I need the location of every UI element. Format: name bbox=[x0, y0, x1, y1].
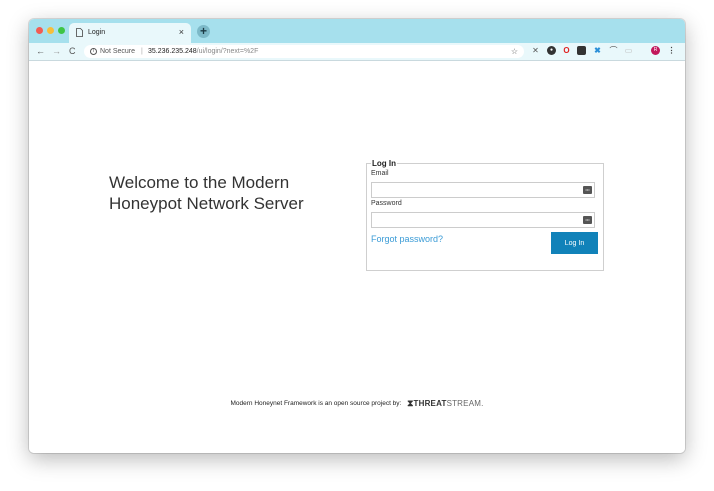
info-icon[interactable]: i bbox=[90, 48, 97, 55]
extension-puzzle-icon[interactable]: ✖ bbox=[593, 46, 602, 55]
welcome-line-2: Honeypot Network Server bbox=[109, 194, 304, 213]
footer-text: Modern Honeynet Framework is an open sou… bbox=[230, 400, 402, 407]
bookmark-star-icon[interactable]: ☆ bbox=[511, 45, 518, 58]
close-window-button[interactable] bbox=[36, 27, 43, 34]
address-bar[interactable]: i Not Secure | 35.236.235.248/ui/login/?… bbox=[84, 45, 524, 58]
security-indicator[interactable]: Not Secure bbox=[100, 45, 135, 58]
page-icon bbox=[76, 28, 83, 37]
extension-opera-icon[interactable]: O bbox=[562, 46, 571, 55]
password-field[interactable] bbox=[371, 212, 595, 228]
minimize-window-button[interactable] bbox=[47, 27, 54, 34]
forward-icon[interactable]: → bbox=[52, 45, 61, 57]
footer: Modern Honeynet Framework is an open sou… bbox=[29, 398, 685, 409]
page-content: Welcome to the Modern Honeypot Network S… bbox=[29, 61, 685, 453]
address-separator: | bbox=[141, 48, 143, 55]
email-label: Email bbox=[371, 170, 389, 177]
url-text[interactable]: 35.236.235.248/ui/login/?next=%2F bbox=[148, 45, 258, 58]
password-label: Password bbox=[371, 200, 402, 207]
extension-wave-icon[interactable]: ⌒ bbox=[609, 46, 618, 55]
extension-user-icon[interactable]: ● bbox=[547, 46, 556, 55]
menu-icon[interactable]: ⋮ bbox=[667, 46, 676, 55]
maximize-window-button[interactable] bbox=[58, 27, 65, 34]
tab-strip: Login × + bbox=[29, 19, 685, 43]
logo-text-light: STREAM. bbox=[446, 399, 484, 408]
login-legend: Log In bbox=[371, 159, 397, 168]
password-manager-icon[interactable]: ••• bbox=[583, 186, 592, 194]
welcome-heading: Welcome to the Modern Honeypot Network S… bbox=[109, 172, 329, 214]
profile-avatar[interactable]: R bbox=[651, 46, 660, 55]
reload-icon[interactable]: C bbox=[69, 45, 76, 57]
email-field[interactable] bbox=[371, 182, 595, 198]
password-manager-icon[interactable]: ••• bbox=[583, 216, 592, 224]
tab-title: Login bbox=[88, 29, 106, 36]
login-form: Log In Email ••• Password ••• Forgot pas… bbox=[366, 159, 604, 271]
url-host: 35.236.235.248 bbox=[148, 48, 197, 55]
tab-close-icon[interactable]: × bbox=[179, 27, 184, 37]
tab-login[interactable]: Login × bbox=[69, 23, 191, 43]
extension-cast-icon[interactable]: ▭ bbox=[624, 46, 633, 55]
forgot-password-link[interactable]: Forgot password? bbox=[371, 234, 443, 244]
back-icon[interactable]: ← bbox=[36, 45, 45, 57]
browser-window: Login × + ← → C i Not Secure | 35.236.23… bbox=[29, 19, 685, 453]
logo-text-bold: THREAT bbox=[413, 399, 447, 408]
extension-arrows-icon[interactable]: ✕ bbox=[531, 46, 540, 55]
welcome-line-1: Welcome to the Modern bbox=[109, 173, 290, 192]
threatstream-logo[interactable]: ⧗THREATSTREAM. bbox=[407, 398, 483, 409]
new-tab-button[interactable]: + bbox=[197, 25, 210, 38]
browser-toolbar: ← → C i Not Secure | 35.236.235.248/ui/l… bbox=[29, 43, 685, 61]
url-path: /ui/login/?next=%2F bbox=[196, 48, 259, 55]
extension-square-icon[interactable] bbox=[577, 46, 586, 55]
login-button[interactable]: Log In bbox=[551, 232, 598, 254]
